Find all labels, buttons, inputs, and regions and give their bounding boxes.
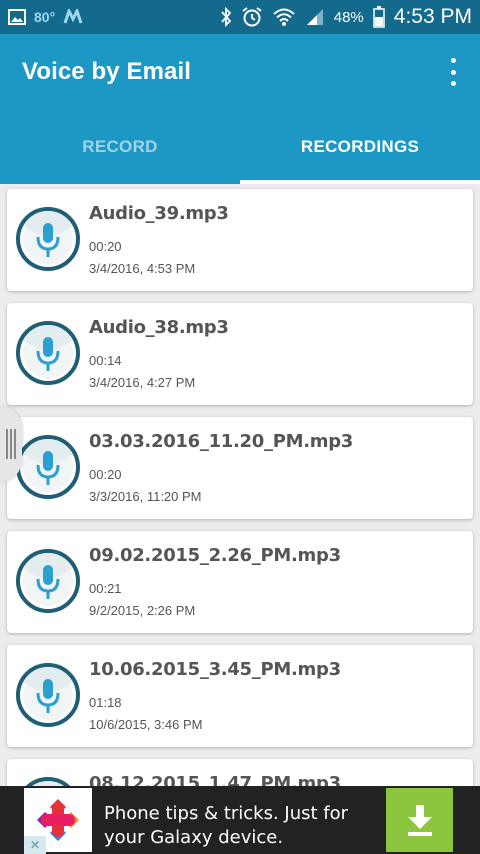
- status-bar: 80° 48% 4:53 PM: [0, 0, 480, 34]
- recording-item[interactable]: 03.03.2016_11.20_PM.mp3 00:20 3/3/2016, …: [7, 417, 473, 519]
- recording-date: 3/4/2016, 4:53 PM: [89, 261, 196, 276]
- wifi-icon: [272, 7, 296, 27]
- signal-icon: [305, 7, 325, 27]
- recording-item[interactable]: 08.12.2015_1.47_PM.mp3: [7, 759, 473, 786]
- recording-filename: Audio_38.mp3: [89, 317, 229, 338]
- microphone-icon: [25, 777, 71, 786]
- app-title: Voice by Email: [22, 58, 192, 85]
- recording-duration: 01:18: [89, 695, 122, 710]
- ad-banner[interactable]: Phone tips & tricks. Just for your Galax…: [0, 786, 480, 854]
- recording-duration: 00:14: [89, 353, 122, 368]
- recording-filename: Audio_39.mp3: [89, 203, 229, 224]
- recording-duration: 00:20: [89, 467, 122, 482]
- tab-recordings[interactable]: RECORDINGS: [240, 122, 480, 184]
- microphone-icon: [16, 435, 80, 499]
- microphone-icon: [16, 549, 80, 613]
- recording-duration: 00:20: [89, 239, 122, 254]
- recordings-list[interactable]: Audio_39.mp3 00:20 3/4/2016, 4:53 PM Aud…: [0, 184, 480, 786]
- tab-bar: RECORD RECORDINGS: [0, 122, 480, 184]
- app-notification-icon: [63, 9, 83, 25]
- battery-percent: 48%: [333, 8, 364, 26]
- recording-date: 3/3/2016, 11:20 PM: [89, 489, 202, 504]
- download-icon[interactable]: [386, 788, 453, 852]
- battery-icon: [373, 6, 385, 28]
- recording-item[interactable]: Audio_38.mp3 00:14 3/4/2016, 4:27 PM: [7, 303, 473, 405]
- tab-record[interactable]: RECORD: [0, 122, 240, 184]
- recording-date: 3/4/2016, 4:27 PM: [89, 375, 196, 390]
- ad-text[interactable]: Phone tips & tricks. Just for your Galax…: [104, 802, 384, 850]
- microphone-icon: [16, 663, 80, 727]
- recording-item[interactable]: 10.06.2015_3.45_PM.mp3 01:18 10/6/2015, …: [7, 645, 473, 747]
- temperature-text: 80°: [34, 9, 56, 25]
- drawer-handle[interactable]: [0, 406, 22, 482]
- microphone-icon: [16, 207, 80, 271]
- clock: 4:53 PM: [393, 5, 472, 28]
- alarm-icon: [241, 6, 263, 28]
- gallery-notification-icon: [8, 9, 26, 25]
- recording-filename: 10.06.2015_3.45_PM.mp3: [89, 659, 341, 680]
- recording-duration: 00:21: [89, 581, 122, 596]
- recording-date: 10/6/2015, 3:46 PM: [89, 717, 203, 732]
- overflow-menu-icon[interactable]: [446, 58, 460, 86]
- recording-date: 9/2/2015, 2:26 PM: [89, 603, 196, 618]
- recording-filename: 09.02.2015_2.26_PM.mp3: [89, 545, 341, 566]
- ad-choices-close-icon[interactable]: ✕: [24, 836, 46, 854]
- recording-item[interactable]: 09.02.2015_2.26_PM.mp3 00:21 9/2/2015, 2…: [7, 531, 473, 633]
- recording-filename: 03.03.2016_11.20_PM.mp3: [89, 431, 354, 452]
- app-bar: Voice by Email RECORD RECORDINGS: [0, 34, 480, 184]
- microphone-icon: [16, 321, 80, 385]
- recording-item[interactable]: Audio_39.mp3 00:20 3/4/2016, 4:53 PM: [7, 189, 473, 291]
- recording-filename: 08.12.2015_1.47_PM.mp3: [89, 773, 341, 786]
- bluetooth-icon: [220, 7, 232, 27]
